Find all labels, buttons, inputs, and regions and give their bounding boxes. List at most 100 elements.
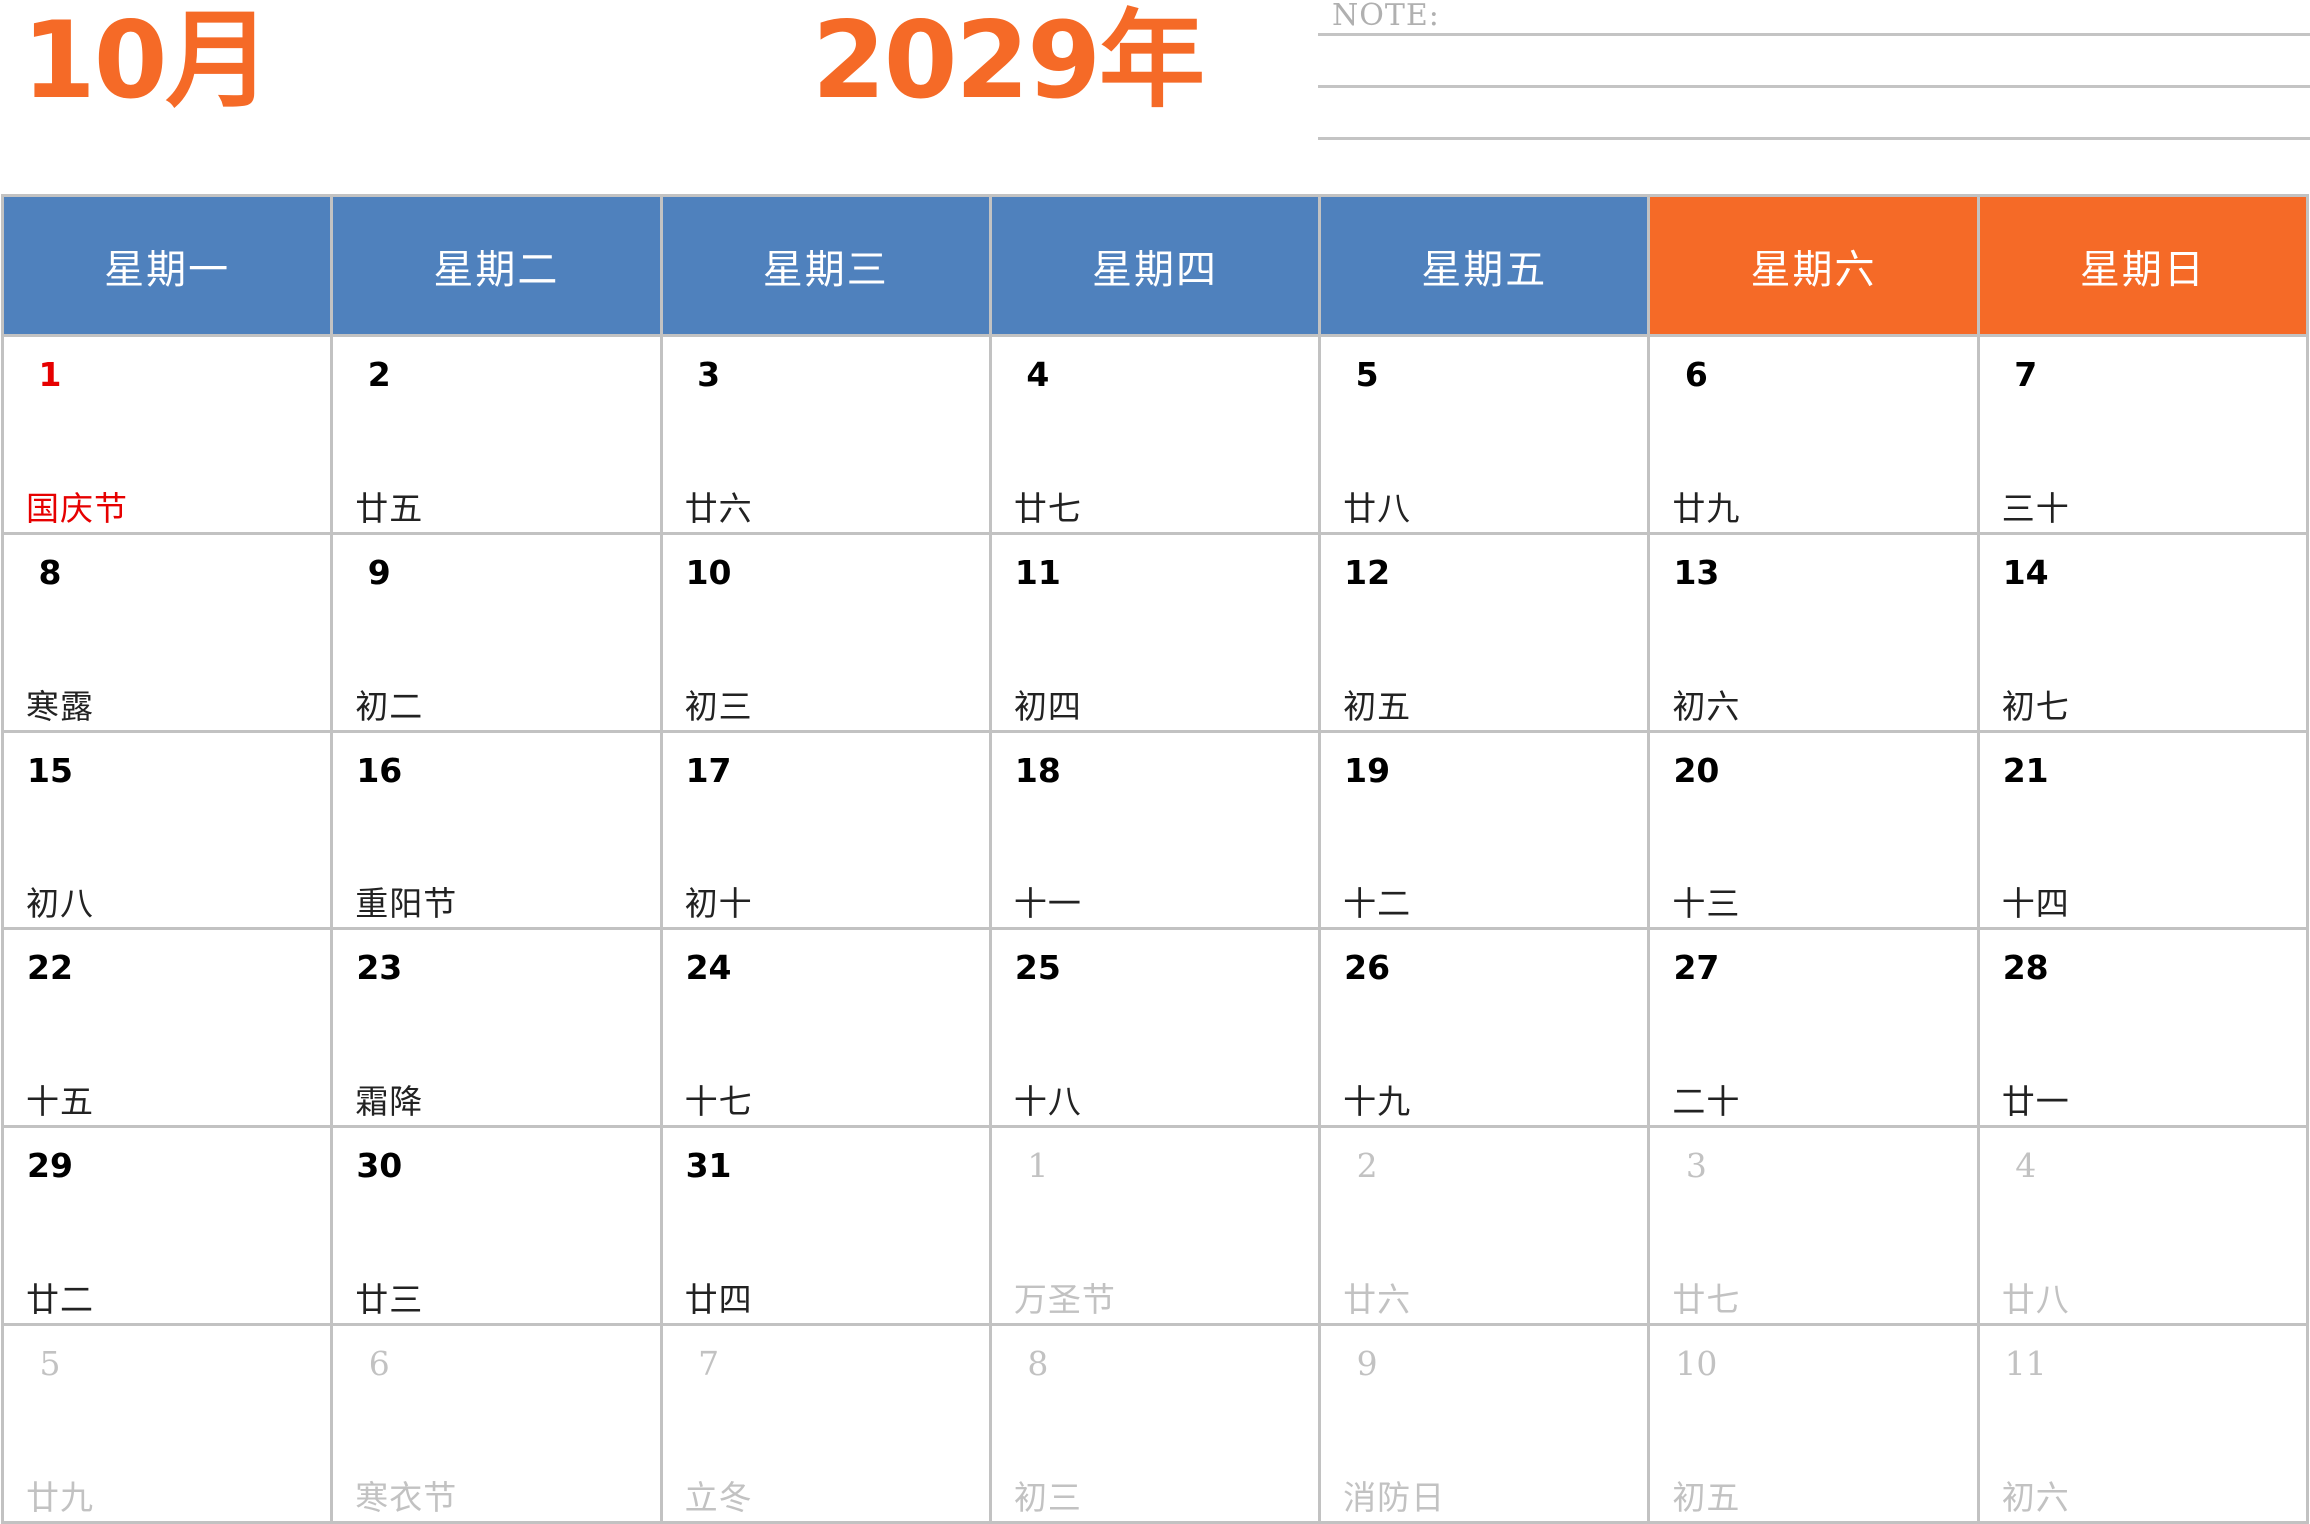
lunar-date: 十八 — [1013, 1082, 1082, 1122]
year-title: 2029年 — [812, 0, 1205, 122]
day-number: 8 — [1027, 1344, 1049, 1384]
week-row: 1 国庆节 2 廿五 3 廿六 4 廿七 5 廿八 6 廿九 7 三十 — [0, 334, 2310, 535]
day-cell[interactable]: 22 十五 — [0, 927, 334, 1129]
day-cell-adjacent-month[interactable]: 1 万圣节 — [988, 1125, 1322, 1327]
day-cell[interactable]: 19 十二 — [1318, 729, 1651, 931]
weekday-header: 星期日 — [1976, 194, 2310, 337]
day-number: 18 — [1014, 750, 1061, 790]
day-cell[interactable]: 24 十七 — [659, 927, 992, 1129]
day-cell[interactable]: 4 廿七 — [988, 334, 1322, 535]
day-number: 11 — [2004, 1344, 2047, 1384]
day-cell[interactable]: 2 廿五 — [330, 334, 663, 535]
lunar-date: 廿九 — [26, 1478, 94, 1517]
day-number: 24 — [685, 948, 732, 988]
lunar-date: 初五 — [1672, 1478, 1741, 1517]
day-cell-adjacent-month[interactable]: 6 寒衣节 — [330, 1323, 663, 1524]
day-cell-adjacent-month[interactable]: 7 立冬 — [659, 1323, 992, 1524]
lunar-date: 廿六 — [1343, 1280, 1412, 1320]
lunar-date: 初六 — [2001, 1478, 2070, 1517]
day-number: 4 — [1026, 355, 1050, 394]
day-cell[interactable]: 14 初七 — [1976, 531, 2310, 733]
lunar-date: 消防日 — [1343, 1478, 1446, 1517]
weekday-header: 星期六 — [1647, 194, 1980, 337]
day-cell[interactable]: 16 重阳节 — [330, 729, 663, 931]
calendar-body: 1 国庆节 2 廿五 3 廿六 4 廿七 5 廿八 6 廿九 7 三十 8 寒露 9 初二 10 初三 11 初四 12 初五… — [0, 334, 2310, 1524]
day-cell[interactable]: 25 十八 — [988, 927, 1322, 1129]
day-cell[interactable]: 6 廿九 — [1647, 334, 1980, 535]
day-cell[interactable]: 5 廿八 — [1318, 334, 1651, 535]
day-number: 3 — [697, 355, 721, 394]
day-number: 10 — [685, 552, 732, 592]
calendar-grid: 星期一 星期二 星期三 星期四 星期五 星期六 星期日 1 国庆节 2 廿五 3 廿六 4 廿七 5 廿八 6 廿… — [0, 194, 2310, 1524]
day-number: 8 — [38, 552, 62, 592]
lunar-date: 廿五 — [355, 488, 424, 528]
day-cell-adjacent-month[interactable]: 4 廿八 — [1976, 1125, 2310, 1327]
day-cell[interactable]: 8 寒露 — [0, 531, 334, 733]
day-number: 5 — [39, 1344, 61, 1384]
day-cell[interactable]: 30 廿三 — [330, 1125, 663, 1327]
note-line[interactable] — [1318, 33, 2310, 36]
day-number: 10 — [1675, 1344, 1718, 1384]
day-cell[interactable]: 3 廿六 — [659, 334, 992, 535]
day-number: 1 — [38, 355, 62, 394]
day-number: 12 — [1344, 552, 1391, 592]
day-cell[interactable]: 9 初二 — [330, 531, 663, 733]
day-number: 13 — [1673, 552, 1720, 592]
lunar-date: 初八 — [26, 884, 94, 924]
day-cell[interactable]: 21 十四 — [1976, 729, 2310, 931]
lunar-date: 十三 — [1672, 884, 1741, 924]
day-cell[interactable]: 15 初八 — [0, 729, 334, 931]
day-number: 20 — [1673, 750, 1720, 790]
lunar-date: 廿四 — [684, 1280, 753, 1320]
day-cell-adjacent-month[interactable]: 3 廿七 — [1647, 1125, 1980, 1327]
lunar-date: 十九 — [1343, 1082, 1412, 1122]
lunar-date: 初二 — [355, 686, 424, 726]
lunar-date: 廿七 — [1013, 488, 1082, 528]
lunar-date: 三十 — [2001, 488, 2070, 528]
day-number: 7 — [2014, 355, 2038, 394]
lunar-date: 初五 — [1343, 686, 1412, 726]
note-line[interactable] — [1318, 137, 2310, 140]
day-cell-adjacent-month[interactable]: 9 消防日 — [1318, 1323, 1651, 1524]
day-cell[interactable]: 28 廿一 — [1976, 927, 2310, 1129]
day-cell-adjacent-month[interactable]: 10 初五 — [1647, 1323, 1980, 1524]
lunar-date: 初六 — [1672, 686, 1741, 726]
day-number: 7 — [698, 1344, 720, 1384]
lunar-date: 廿七 — [1672, 1280, 1741, 1320]
day-cell-adjacent-month[interactable]: 11 初六 — [1976, 1323, 2310, 1524]
day-cell[interactable]: 12 初五 — [1318, 531, 1651, 733]
note-line[interactable] — [1318, 85, 2310, 88]
weekday-header: 星期二 — [330, 194, 663, 337]
day-cell[interactable]: 10 初三 — [659, 531, 992, 733]
lunar-date: 寒露 — [26, 686, 94, 726]
lunar-date: 初七 — [2001, 686, 2070, 726]
day-cell[interactable]: 7 三十 — [1976, 334, 2310, 535]
day-cell[interactable]: 20 十三 — [1647, 729, 1980, 931]
lunar-date: 初四 — [1013, 686, 1082, 726]
day-cell[interactable]: 1 国庆节 — [0, 334, 334, 535]
day-cell[interactable]: 27 二十 — [1647, 927, 1980, 1129]
lunar-date: 廿八 — [1343, 488, 1412, 528]
lunar-date: 十五 — [26, 1082, 94, 1122]
week-row: 5 廿九 6 寒衣节 7 立冬 8 初三 9 消防日 10 初五 11 初六 — [0, 1323, 2310, 1524]
day-cell-adjacent-month[interactable]: 5 廿九 — [0, 1323, 334, 1524]
day-cell[interactable]: 17 初十 — [659, 729, 992, 931]
lunar-date: 初十 — [684, 884, 753, 924]
day-cell[interactable]: 31 廿四 — [659, 1125, 992, 1327]
day-number: 6 — [368, 1344, 390, 1384]
day-number: 2 — [367, 355, 391, 394]
month-title: 10月 — [22, 0, 272, 122]
day-cell[interactable]: 11 初四 — [988, 531, 1322, 733]
weekday-header: 星期四 — [988, 194, 1322, 337]
day-cell[interactable]: 13 初六 — [1647, 531, 1980, 733]
day-number: 29 — [27, 1146, 73, 1186]
day-cell[interactable]: 29 廿二 — [0, 1125, 334, 1327]
lunar-date: 十四 — [2001, 884, 2070, 924]
day-cell[interactable]: 26 十九 — [1318, 927, 1651, 1129]
day-cell[interactable]: 18 十一 — [988, 729, 1322, 931]
note-area: NOTE: — [1318, 0, 2310, 150]
day-cell-adjacent-month[interactable]: 2 廿六 — [1318, 1125, 1651, 1327]
day-number: 9 — [367, 552, 391, 592]
day-cell[interactable]: 23 霜降 — [330, 927, 663, 1129]
day-cell-adjacent-month[interactable]: 8 初三 — [988, 1323, 1322, 1524]
